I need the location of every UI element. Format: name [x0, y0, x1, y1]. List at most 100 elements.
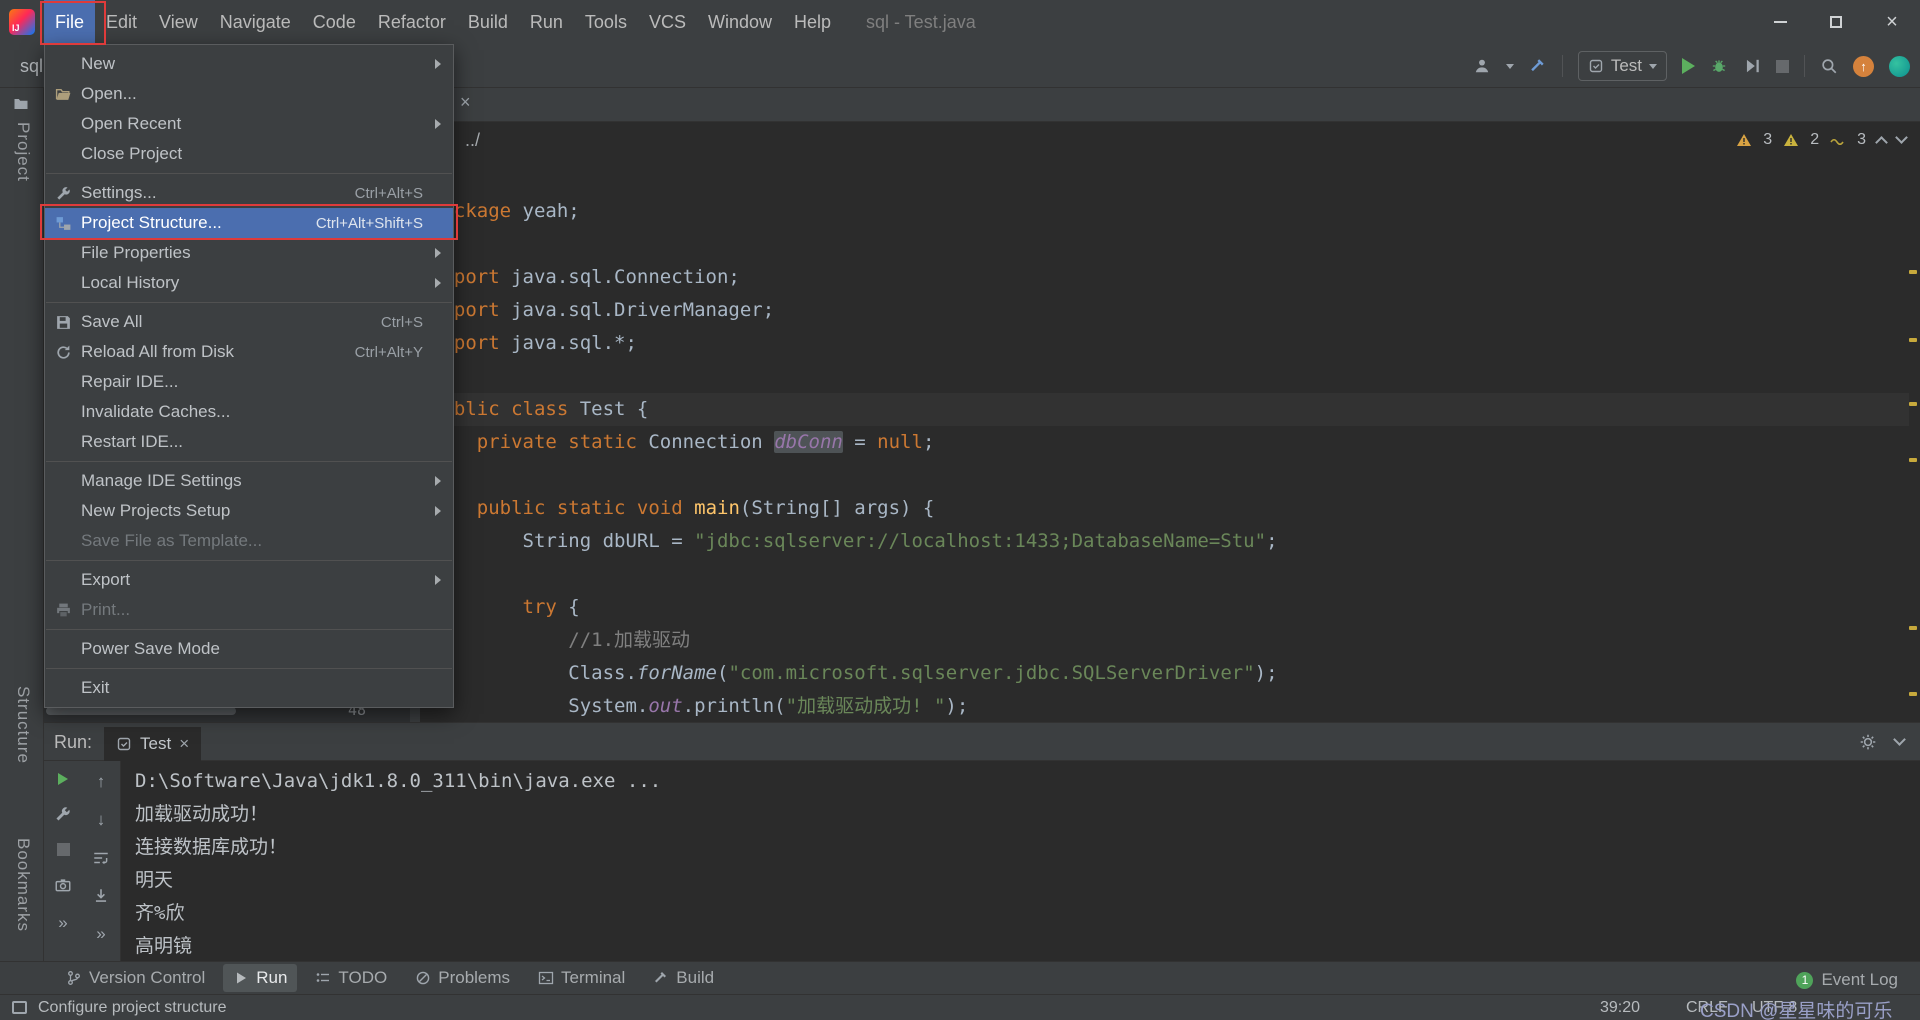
dump-threads-camera-icon[interactable] — [54, 876, 72, 894]
submenu-arrow-icon — [435, 575, 441, 585]
run-configuration-selector[interactable]: Test — [1578, 51, 1667, 81]
toolwindow-button-structure[interactable]: Structure — [13, 686, 33, 764]
menu-item-label: Save All — [81, 312, 142, 332]
menu-item-close-project[interactable]: Close Project — [45, 139, 453, 169]
stop-button[interactable] — [1776, 60, 1789, 73]
menubar-item-navigate[interactable]: Navigate — [209, 0, 302, 44]
caret-position[interactable]: 39:20 — [1600, 995, 1640, 1020]
project-folder-icon[interactable] — [13, 96, 29, 112]
toolwindow-button-project[interactable]: Project — [13, 122, 33, 182]
stripe-mark[interactable] — [1909, 338, 1917, 342]
menu-item-save-file-as-template[interactable]: Save File as Template... — [45, 526, 453, 556]
close-button[interactable]: × — [1864, 0, 1920, 44]
code-editor[interactable]: package yeah;import java.sql.Connection;… — [431, 195, 1909, 723]
toolwindow-button-version-control[interactable]: Version Control — [56, 964, 215, 992]
next-problem-chevron-icon[interactable] — [1895, 131, 1908, 144]
window-controls: × — [1752, 0, 1920, 44]
toolwindow-button-terminal[interactable]: Terminal — [528, 964, 635, 992]
menu-item-exit[interactable]: Exit — [45, 673, 453, 703]
menu-item-reload-all-from-disk[interactable]: Reload All from DiskCtrl+Alt+Y — [45, 337, 453, 367]
code-line: public static void main(String[] args) { — [431, 492, 1909, 525]
toolwindow-button-label: Version Control — [89, 968, 205, 988]
toolwindow-button-bookmarks[interactable]: Bookmarks — [13, 838, 33, 932]
warning-count[interactable]: 3 — [1763, 131, 1772, 149]
no-icon — [55, 433, 81, 451]
stripe-mark[interactable] — [1909, 458, 1917, 462]
maximize-button[interactable] — [1808, 0, 1864, 44]
previous-problem-chevron-icon[interactable] — [1875, 136, 1888, 149]
code-with-me-icon[interactable] — [1889, 56, 1910, 77]
menu-item-label: Save File as Template... — [81, 531, 262, 551]
console-output[interactable]: D:\Software\Java\jdk1.8.0_311\bin\java.e… — [135, 727, 1920, 961]
menu-item-open[interactable]: Open... — [45, 79, 453, 109]
nav-breadcrumb-project[interactable]: sql — [20, 44, 43, 88]
submenu-arrow-icon — [435, 119, 441, 129]
stripe-mark[interactable] — [1909, 626, 1917, 630]
menu-item-new-projects-setup[interactable]: New Projects Setup — [45, 496, 453, 526]
menu-item-restart-ide[interactable]: Restart IDE... — [45, 427, 453, 457]
overflow-actions-icon[interactable]: » — [96, 925, 105, 943]
menu-item-manage-ide-settings[interactable]: Manage IDE Settings — [45, 466, 453, 496]
wrench-icon[interactable] — [54, 805, 72, 823]
menu-item-power-save-mode[interactable]: Power Save Mode — [45, 634, 453, 664]
toolwindow-button-todo[interactable]: TODO — [305, 964, 397, 992]
code-line — [431, 558, 1909, 591]
menubar-item-build[interactable]: Build — [457, 0, 519, 44]
event-log-button[interactable]: 1 Event Log — [1796, 970, 1898, 990]
overflow-actions-icon[interactable]: » — [58, 914, 67, 932]
toolwindow-button-build[interactable]: Build — [643, 964, 724, 992]
main-menubar: FileEditViewNavigateCodeRefactorBuildRun… — [44, 0, 842, 44]
down-stacktrace-icon[interactable]: ↓ — [97, 811, 106, 829]
run-coverage-icon[interactable] — [1743, 57, 1761, 75]
rerun-button[interactable] — [58, 773, 68, 785]
menu-item-invalidate-caches[interactable]: Invalidate Caches... — [45, 397, 453, 427]
code-line — [431, 228, 1909, 261]
menu-item-label: Print... — [81, 600, 130, 620]
editor-area[interactable]: × ../ 3 2 3 package yeah;import java.sql… — [420, 88, 1920, 722]
search-icon[interactable] — [1820, 57, 1838, 75]
run-toolbar-column-1: » — [44, 761, 82, 961]
submenu-arrow-icon — [435, 248, 441, 258]
update-available-icon[interactable]: ↑ — [1853, 56, 1874, 77]
menu-item-new[interactable]: New — [45, 49, 453, 79]
left-toolwindow-bar: Project Structure Bookmarks — [0, 88, 44, 961]
user-dropdown-caret-icon[interactable] — [1506, 64, 1514, 69]
stripe-mark[interactable] — [1909, 270, 1917, 274]
menubar-item-help[interactable]: Help — [783, 0, 842, 44]
up-stacktrace-icon[interactable]: ↑ — [97, 773, 106, 791]
menu-item-file-properties[interactable]: File Properties — [45, 238, 453, 268]
debug-bug-icon[interactable] — [1710, 57, 1728, 75]
tab-close-icon[interactable]: × — [460, 92, 471, 113]
menubar-item-run[interactable]: Run — [519, 0, 574, 44]
minimize-button[interactable] — [1752, 0, 1808, 44]
menu-item-export[interactable]: Export — [45, 565, 453, 595]
stripe-mark[interactable] — [1909, 402, 1917, 406]
stop-button[interactable] — [57, 843, 70, 856]
breadcrumb[interactable]: ../ — [465, 122, 480, 158]
menu-item-local-history[interactable]: Local History — [45, 268, 453, 298]
menu-item-open-recent[interactable]: Open Recent — [45, 109, 453, 139]
build-hammer-icon[interactable] — [1529, 57, 1547, 75]
weak-warning-count[interactable]: 2 — [1810, 131, 1819, 149]
scroll-to-end-icon[interactable] — [92, 887, 110, 905]
stripe-mark[interactable] — [1909, 692, 1917, 696]
typo-count[interactable]: 3 — [1857, 131, 1866, 149]
soft-wrap-icon[interactable] — [92, 849, 110, 867]
menu-item-save-all[interactable]: Save AllCtrl+S — [45, 307, 453, 337]
run-button[interactable] — [1682, 58, 1695, 74]
menubar-item-window[interactable]: Window — [697, 0, 783, 44]
menubar-item-code[interactable]: Code — [302, 0, 367, 44]
toolbar-actions: Test ↑ — [1473, 44, 1910, 88]
toolwindow-button-run[interactable]: Run — [223, 964, 297, 992]
menubar-item-vcs[interactable]: VCS — [638, 0, 697, 44]
menubar-item-view[interactable]: View — [148, 0, 209, 44]
toolwindow-button-problems[interactable]: Problems — [405, 964, 520, 992]
menubar-item-tools[interactable]: Tools — [574, 0, 638, 44]
menu-separator — [46, 560, 452, 561]
code-line: private static Connection dbConn = null; — [431, 426, 1909, 459]
menu-item-repair-ide[interactable]: Repair IDE... — [45, 367, 453, 397]
run-panel-label: Run: — [54, 723, 92, 761]
menubar-item-refactor[interactable]: Refactor — [367, 0, 457, 44]
user-icon[interactable] — [1473, 57, 1491, 75]
menu-item-print[interactable]: Print... — [45, 595, 453, 625]
